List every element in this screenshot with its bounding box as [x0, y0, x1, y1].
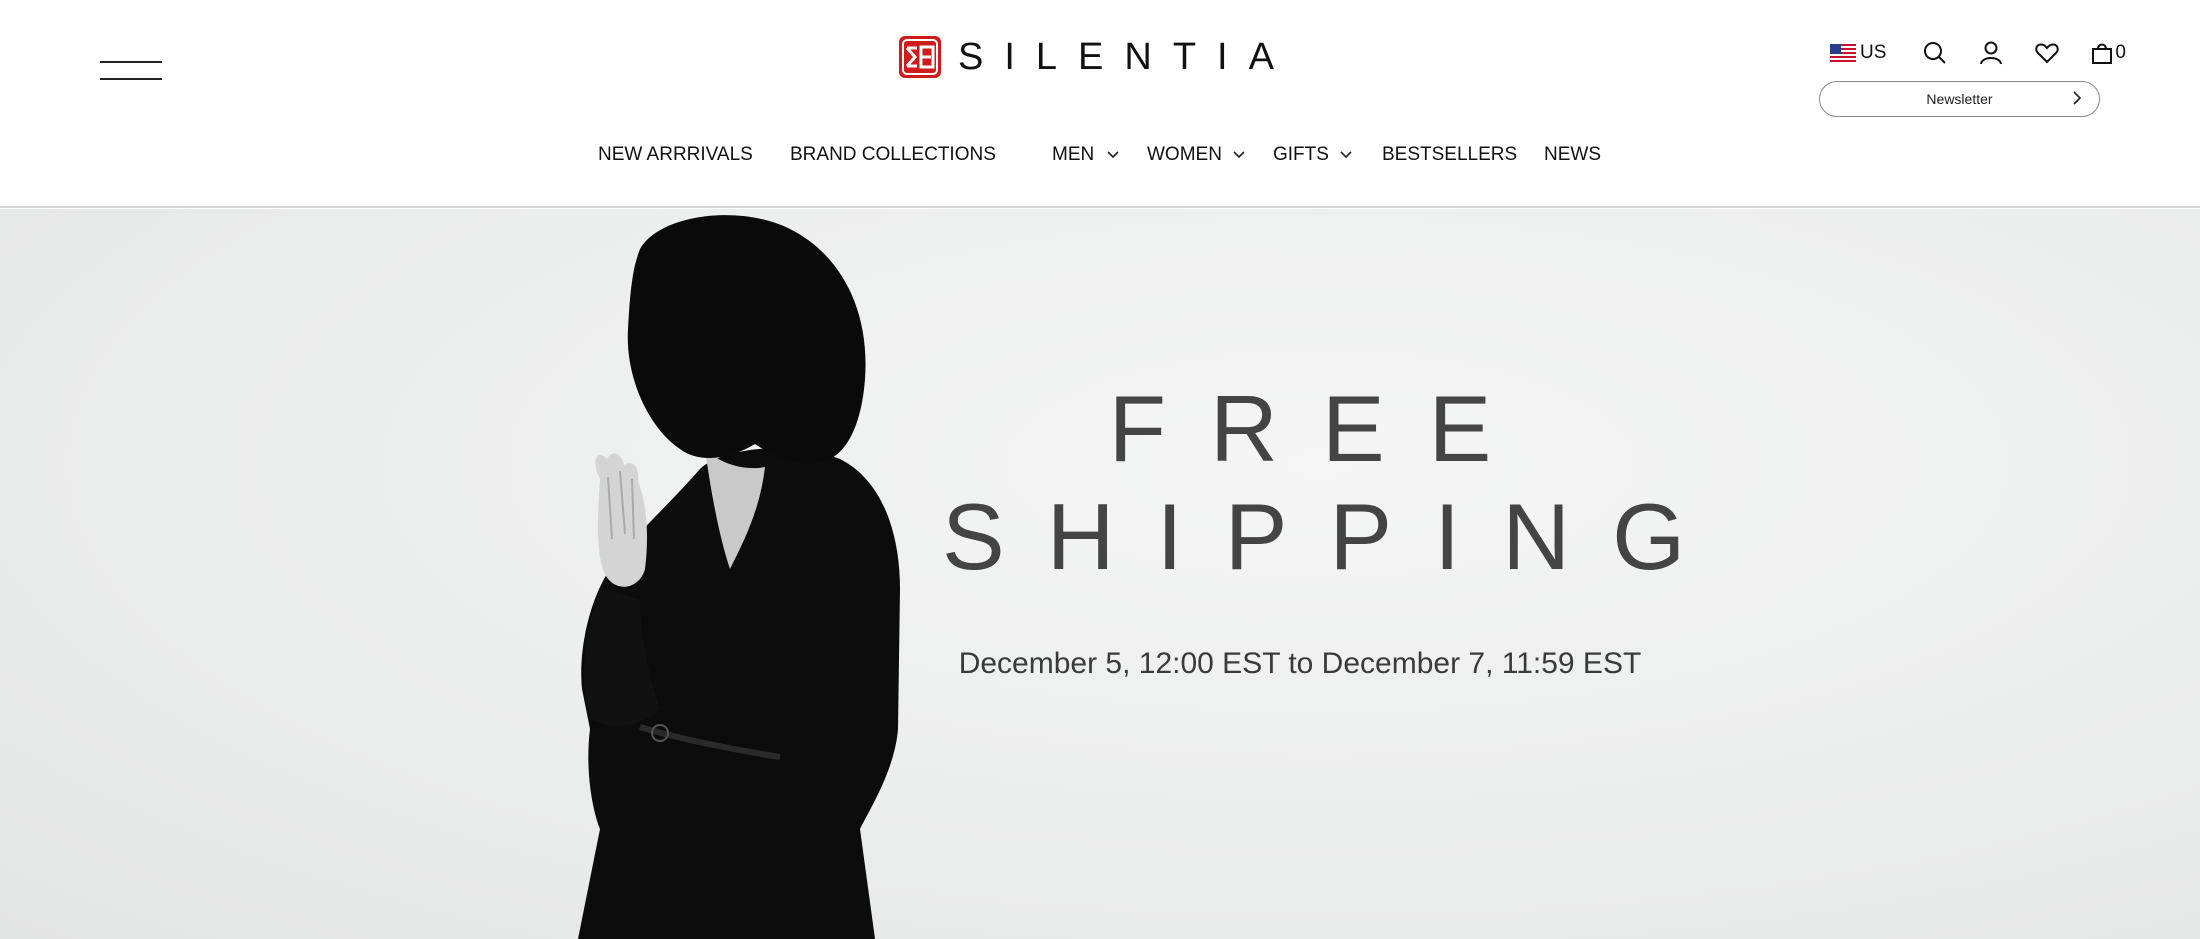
brand-logo-mark-icon: [899, 36, 941, 78]
country-selector[interactable]: US: [1830, 42, 1886, 64]
chevron-down-icon[interactable]: [1232, 150, 1246, 160]
nav-item-men[interactable]: MEN: [1052, 140, 1094, 170]
nav-item-gifts[interactable]: GIFTS: [1273, 140, 1329, 170]
hero-subtitle: December 5, 12:00 EST to December 7, 11:…: [958, 647, 1642, 680]
chevron-down-icon[interactable]: [1106, 150, 1120, 160]
nav-item-women[interactable]: WOMEN: [1147, 140, 1222, 170]
brand-name: SILENTIA: [958, 36, 1295, 78]
hero-model-photo: [578, 215, 900, 939]
hero-banner[interactable]: FREE SHIPPING December 5, 12:00 EST to D…: [0, 209, 2200, 939]
cart-button[interactable]: 0: [2090, 41, 2126, 65]
chevron-right-icon: [2073, 91, 2082, 105]
chevron-down-icon[interactable]: [1339, 150, 1353, 160]
hero-title-line-2: SHIPPING: [942, 484, 1728, 589]
us-flag-icon: [1830, 44, 1856, 62]
main-navigation: NEW ARRRIVALS BRAND COLLECTIONS MEN WOME…: [0, 140, 2200, 299]
account-icon[interactable]: [1978, 40, 2004, 66]
search-icon[interactable]: [1922, 40, 1948, 66]
header-utilities: US 0: [1830, 38, 2126, 68]
cart-count: 0: [2115, 42, 2126, 63]
site-header: SILENTIA US 0 Newsletter NEW ARRRIVALS B…: [0, 0, 2200, 299]
newsletter-button[interactable]: Newsletter: [1819, 81, 2100, 117]
nav-item-bestsellers[interactable]: BESTSELLERS: [1382, 140, 1517, 170]
hamburger-menu-icon[interactable]: [96, 54, 166, 86]
hero-title-line-1: FREE: [1108, 376, 1536, 481]
country-label: US: [1860, 42, 1887, 63]
wishlist-heart-icon[interactable]: [2034, 40, 2060, 66]
newsletter-label: Newsletter: [1926, 91, 1993, 107]
nav-item-new-arrivals[interactable]: NEW ARRRIVALS: [598, 140, 753, 170]
nav-item-news[interactable]: NEWS: [1544, 140, 1601, 170]
shopping-bag-icon: [2092, 43, 2113, 64]
hero-title: FREE SHIPPING: [900, 377, 1700, 589]
nav-item-brand-collections[interactable]: BRAND COLLECTIONS: [790, 140, 996, 170]
brand-logo[interactable]: SILENTIA: [898, 34, 1295, 80]
